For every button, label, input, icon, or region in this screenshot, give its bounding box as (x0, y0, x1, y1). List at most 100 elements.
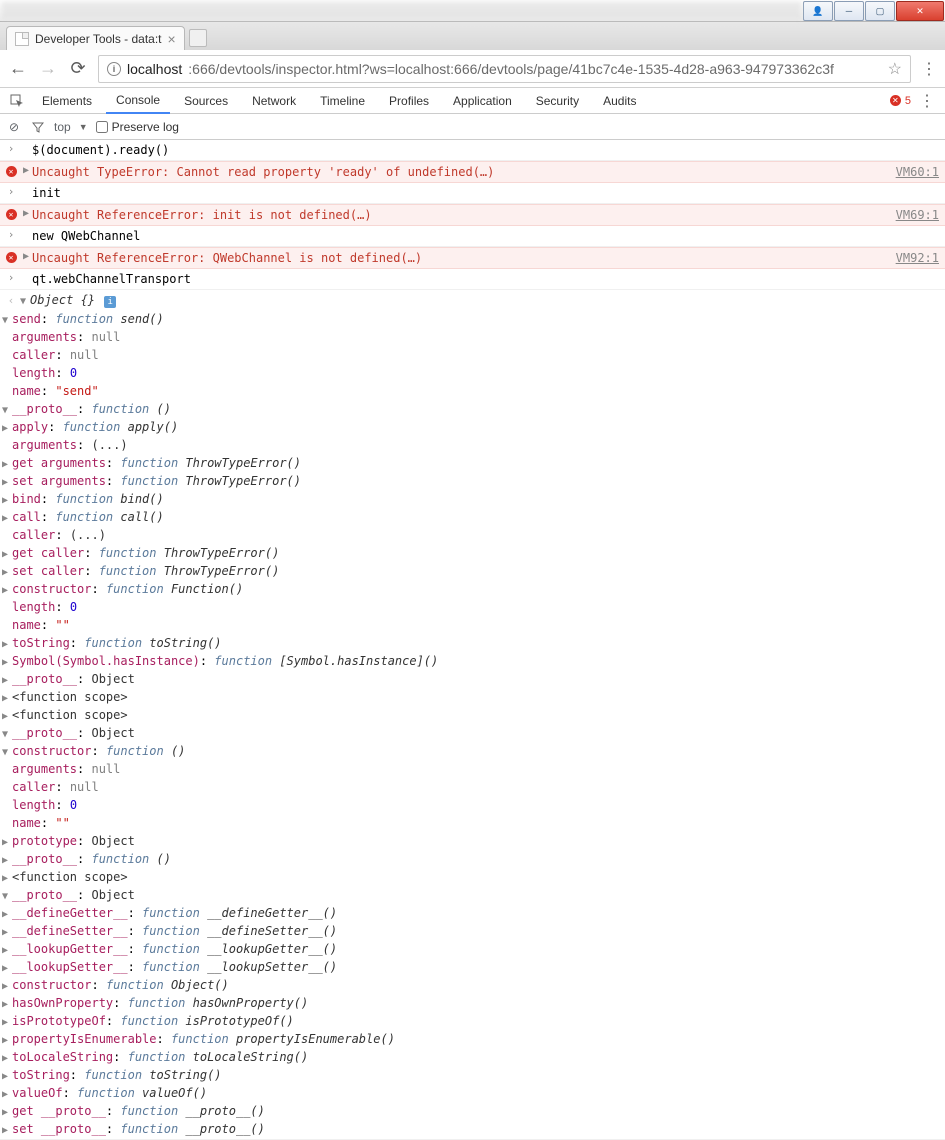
inspect-element-icon[interactable] (6, 94, 28, 108)
devtools-menu-button[interactable]: ⋮ (919, 91, 935, 111)
error-source-link[interactable]: VM69:1 (896, 206, 939, 224)
console-object-tree[interactable]: ‹▼Object {} i▼send: function send()argum… (0, 290, 945, 1140)
error-source-link[interactable]: VM60:1 (896, 163, 939, 181)
minimize-button[interactable]: ─ (834, 1, 864, 21)
object-property[interactable]: ▶set caller: function ThrowTypeError() (2, 562, 945, 580)
devtools-tab-console[interactable]: Console (106, 88, 170, 114)
object-property[interactable]: ▶hasOwnProperty: function hasOwnProperty… (2, 994, 945, 1012)
object-property[interactable]: ▼constructor: function () (2, 742, 945, 760)
object-property[interactable]: name: "" (2, 814, 945, 832)
devtools-tab-sources[interactable]: Sources (174, 88, 238, 114)
user-button[interactable]: 👤 (803, 1, 833, 21)
object-property[interactable]: ▶__lookupSetter__: function __lookupSett… (2, 958, 945, 976)
close-button[interactable]: ✕ (896, 1, 944, 21)
error-source-link[interactable]: VM92:1 (896, 249, 939, 267)
page-icon (15, 32, 29, 46)
expand-arrow-icon[interactable]: ▶ (20, 163, 32, 178)
titlebar-blur-region (2, 2, 801, 19)
object-property[interactable]: ▼send: function send() (2, 310, 945, 328)
error-message: Uncaught ReferenceError: init is not def… (32, 206, 896, 224)
object-property[interactable]: ▶__lookupGetter__: function __lookupGett… (2, 940, 945, 958)
object-property[interactable]: ▶get caller: function ThrowTypeError() (2, 544, 945, 562)
object-property[interactable]: ▶bind: function bind() (2, 490, 945, 508)
object-property[interactable]: length: 0 (2, 364, 945, 382)
object-property[interactable]: caller: null (2, 346, 945, 364)
url-path: :666/devtools/inspector.html?ws=localhos… (188, 61, 834, 77)
input-caret-icon: › (2, 141, 20, 158)
object-property[interactable]: ▼__proto__: Object (2, 724, 945, 742)
object-property[interactable]: ▼__proto__: Object (2, 886, 945, 904)
object-property[interactable]: ▶<function scope> (2, 688, 945, 706)
object-property[interactable]: ▶toString: function toString() (2, 1066, 945, 1084)
object-property[interactable]: ▶isPrototypeOf: function isPrototypeOf() (2, 1012, 945, 1030)
maximize-button[interactable]: ▢ (865, 1, 895, 21)
error-count: 5 (905, 95, 911, 107)
object-property[interactable]: ▶<function scope> (2, 706, 945, 724)
input-caret-icon: › (2, 270, 20, 287)
object-property[interactable]: ▼__proto__: function () (2, 400, 945, 418)
object-property[interactable]: ▶toString: function toString() (2, 634, 945, 652)
devtools-tab-elements[interactable]: Elements (32, 88, 102, 114)
object-property[interactable]: ▶get __proto__: function __proto__() (2, 1102, 945, 1120)
console-log[interactable]: ›$(document).ready()✕▶Uncaught TypeError… (0, 140, 945, 1140)
clear-console-icon[interactable]: ⊘ (6, 120, 22, 134)
object-property[interactable]: length: 0 (2, 796, 945, 814)
expand-arrow-icon[interactable]: ▶ (20, 249, 32, 264)
object-property[interactable]: ▶__proto__: function () (2, 850, 945, 868)
info-icon[interactable]: i (104, 296, 116, 308)
browser-tab[interactable]: Developer Tools - data:t × (6, 26, 185, 50)
object-property[interactable]: caller: (...) (2, 526, 945, 544)
expand-arrow-icon[interactable]: ▶ (20, 206, 32, 221)
object-property[interactable]: ▶set __proto__: function __proto__() (2, 1120, 945, 1138)
object-property[interactable]: arguments: null (2, 760, 945, 778)
url-input[interactable]: i localhost :666/devtools/inspector.html?… (98, 55, 911, 83)
devtools-tab-network[interactable]: Network (242, 88, 306, 114)
object-property[interactable]: ▶prototype: Object (2, 832, 945, 850)
object-property[interactable]: ▶<function scope> (2, 868, 945, 886)
object-property[interactable]: ▶propertyIsEnumerable: function property… (2, 1030, 945, 1048)
object-property[interactable]: ▶__defineGetter__: function __defineGett… (2, 904, 945, 922)
bookmark-star-icon[interactable]: ☆ (888, 59, 902, 79)
devtools-tab-profiles[interactable]: Profiles (379, 88, 439, 114)
console-input-echo: $(document).ready() (32, 141, 939, 159)
error-icon: ✕ (6, 166, 17, 177)
object-property[interactable]: name: "send" (2, 382, 945, 400)
object-property[interactable]: ▶get arguments: function ThrowTypeError(… (2, 454, 945, 472)
reload-button[interactable]: ⟳ (68, 59, 88, 79)
back-button[interactable]: ← (8, 59, 28, 79)
devtools-tab-application[interactable]: Application (443, 88, 522, 114)
filter-icon[interactable] (30, 121, 46, 133)
site-info-icon[interactable]: i (107, 62, 121, 76)
object-property[interactable]: caller: null (2, 778, 945, 796)
object-property[interactable]: ▶toLocaleString: function toLocaleString… (2, 1048, 945, 1066)
close-tab-icon[interactable]: × (168, 31, 176, 47)
object-property[interactable]: length: 0 (2, 598, 945, 616)
url-host: localhost (127, 61, 182, 77)
object-property[interactable]: ▶set arguments: function ThrowTypeError(… (2, 472, 945, 490)
devtools-tab-audits[interactable]: Audits (593, 88, 646, 114)
input-caret-icon: › (2, 227, 20, 244)
object-property[interactable]: arguments: null (2, 328, 945, 346)
output-caret-icon: ‹ (2, 293, 20, 310)
object-property[interactable]: ▶Symbol(Symbol.hasInstance): function [S… (2, 652, 945, 670)
object-property[interactable]: ▶apply: function apply() (2, 418, 945, 436)
error-icon: ✕ (890, 95, 901, 106)
preserve-log-checkbox[interactable]: Preserve log (96, 120, 179, 134)
object-property[interactable]: ▶constructor: function Object() (2, 976, 945, 994)
forward-button[interactable]: → (38, 59, 58, 79)
context-selector[interactable]: top (54, 120, 71, 134)
object-property[interactable]: ▶__defineSetter__: function __defineSett… (2, 922, 945, 940)
object-property[interactable]: ▶valueOf: function valueOf() (2, 1084, 945, 1102)
chevron-down-icon: ▼ (79, 122, 88, 132)
input-caret-icon: › (2, 184, 20, 201)
browser-menu-button[interactable]: ⋮ (921, 59, 937, 79)
object-property[interactable]: ▶call: function call() (2, 508, 945, 526)
new-tab-button[interactable] (189, 29, 207, 47)
object-property[interactable]: arguments: (...) (2, 436, 945, 454)
error-count-badge[interactable]: ✕ 5 (890, 95, 911, 107)
devtools-tab-timeline[interactable]: Timeline (310, 88, 375, 114)
object-property[interactable]: name: "" (2, 616, 945, 634)
object-property[interactable]: ▶__proto__: Object (2, 670, 945, 688)
object-property[interactable]: ▶constructor: function Function() (2, 580, 945, 598)
devtools-tab-security[interactable]: Security (526, 88, 589, 114)
